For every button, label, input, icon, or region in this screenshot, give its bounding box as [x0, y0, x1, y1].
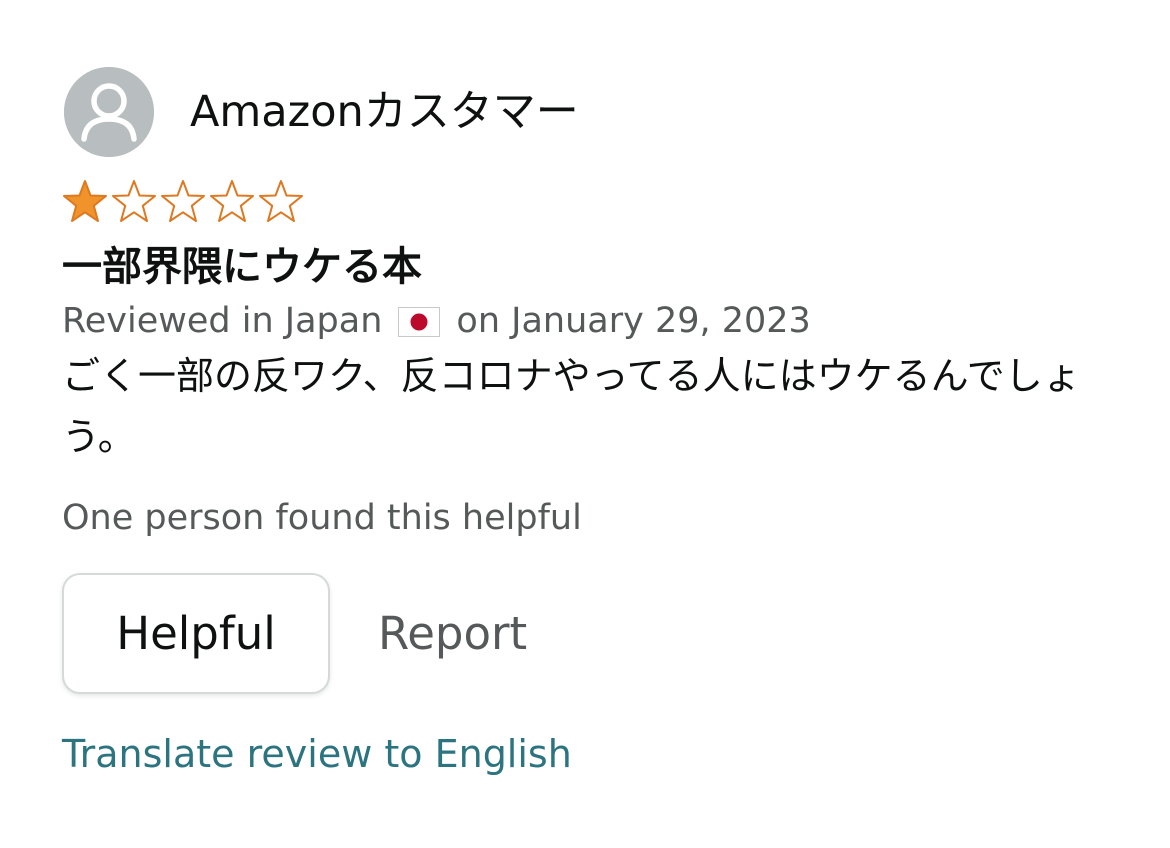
review-title[interactable]: 一部界隈にウケる本 — [62, 242, 1122, 292]
report-link[interactable]: Report — [378, 607, 527, 660]
helpful-count: One person found this helpful — [62, 498, 582, 539]
review-date-prefix: Reviewed in Japan — [62, 301, 383, 341]
star-empty-icon — [161, 180, 205, 222]
review-actions: Helpful Report — [62, 573, 1122, 695]
star-empty-icon — [210, 180, 254, 222]
star-filled-icon — [63, 180, 107, 222]
translate-review-link[interactable]: Translate review to English — [62, 732, 572, 776]
star-empty-icon — [112, 180, 156, 222]
helpful-button[interactable]: Helpful — [62, 573, 330, 695]
review-date-suffix: on January 29, 2023 — [456, 301, 811, 341]
review-body: ごく一部の反ワク、反コロナやってる人にはウケるんでしょう。 — [62, 353, 1081, 459]
reviewer-name[interactable]: Amazonカスタマー — [190, 90, 579, 134]
star-empty-icon — [259, 180, 303, 222]
star-rating[interactable] — [62, 178, 1122, 224]
review-date: Reviewed in Japan on January 29, 2023 — [62, 300, 1122, 344]
person-avatar-icon — [64, 67, 154, 157]
japan-flag-icon — [398, 306, 441, 337]
review-card: Amazonカスタマー 一部界隈にウケる本 Reviewed in Japan … — [62, 66, 1122, 776]
reviewer-profile[interactable]: Amazonカスタマー — [62, 66, 1122, 158]
